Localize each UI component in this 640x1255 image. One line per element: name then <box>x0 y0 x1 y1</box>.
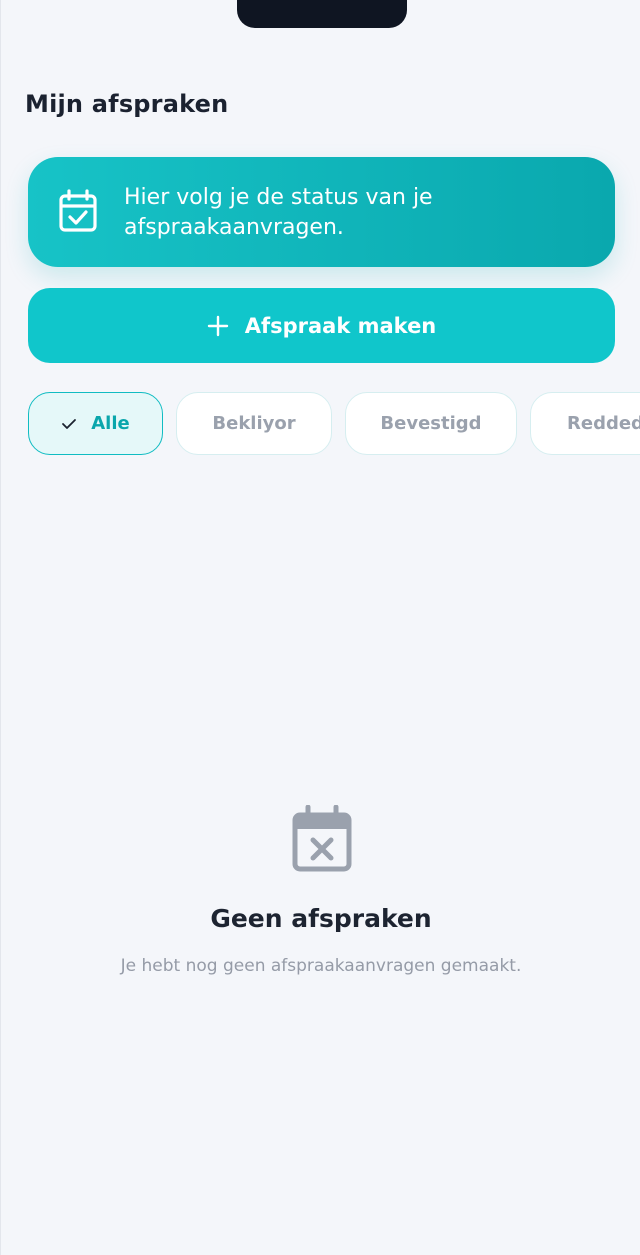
calendar-x-icon <box>291 804 353 873</box>
app-screen: Mijn afspraken Hier volg je de status va… <box>0 0 640 1255</box>
plus-icon <box>207 315 229 337</box>
empty-state-title: Geen afspraken <box>210 904 432 933</box>
status-filter-bar: Alle Bekliyor Bevestigd Redded <box>28 392 640 455</box>
calendar-check-icon <box>58 189 98 233</box>
device-notch <box>237 0 407 28</box>
filter-chip-label: Alle <box>91 413 130 434</box>
filter-chip-rejected[interactable]: Redded <box>530 392 640 455</box>
make-appointment-button[interactable]: Afspraak maken <box>28 288 615 363</box>
empty-state-subtitle: Je hebt nog geen afspraakaanvragen gemaa… <box>120 956 522 976</box>
filter-chip-label: Redded <box>567 413 640 434</box>
filter-chip-all[interactable]: Alle <box>28 392 163 455</box>
filter-chip-pending[interactable]: Bekliyor <box>176 392 332 455</box>
filter-chip-confirmed[interactable]: Bevestigd <box>345 392 517 455</box>
make-appointment-label: Afspraak maken <box>244 313 437 338</box>
info-banner: Hier volg je de status van je afspraakaa… <box>28 157 615 267</box>
filter-chip-label: Bekliyor <box>212 413 296 434</box>
check-icon <box>61 416 77 432</box>
page-title: Mijn afspraken <box>25 90 229 118</box>
info-banner-text: Hier volg je de status van je afspraakaa… <box>124 185 433 240</box>
filter-chip-label: Bevestigd <box>380 413 482 434</box>
